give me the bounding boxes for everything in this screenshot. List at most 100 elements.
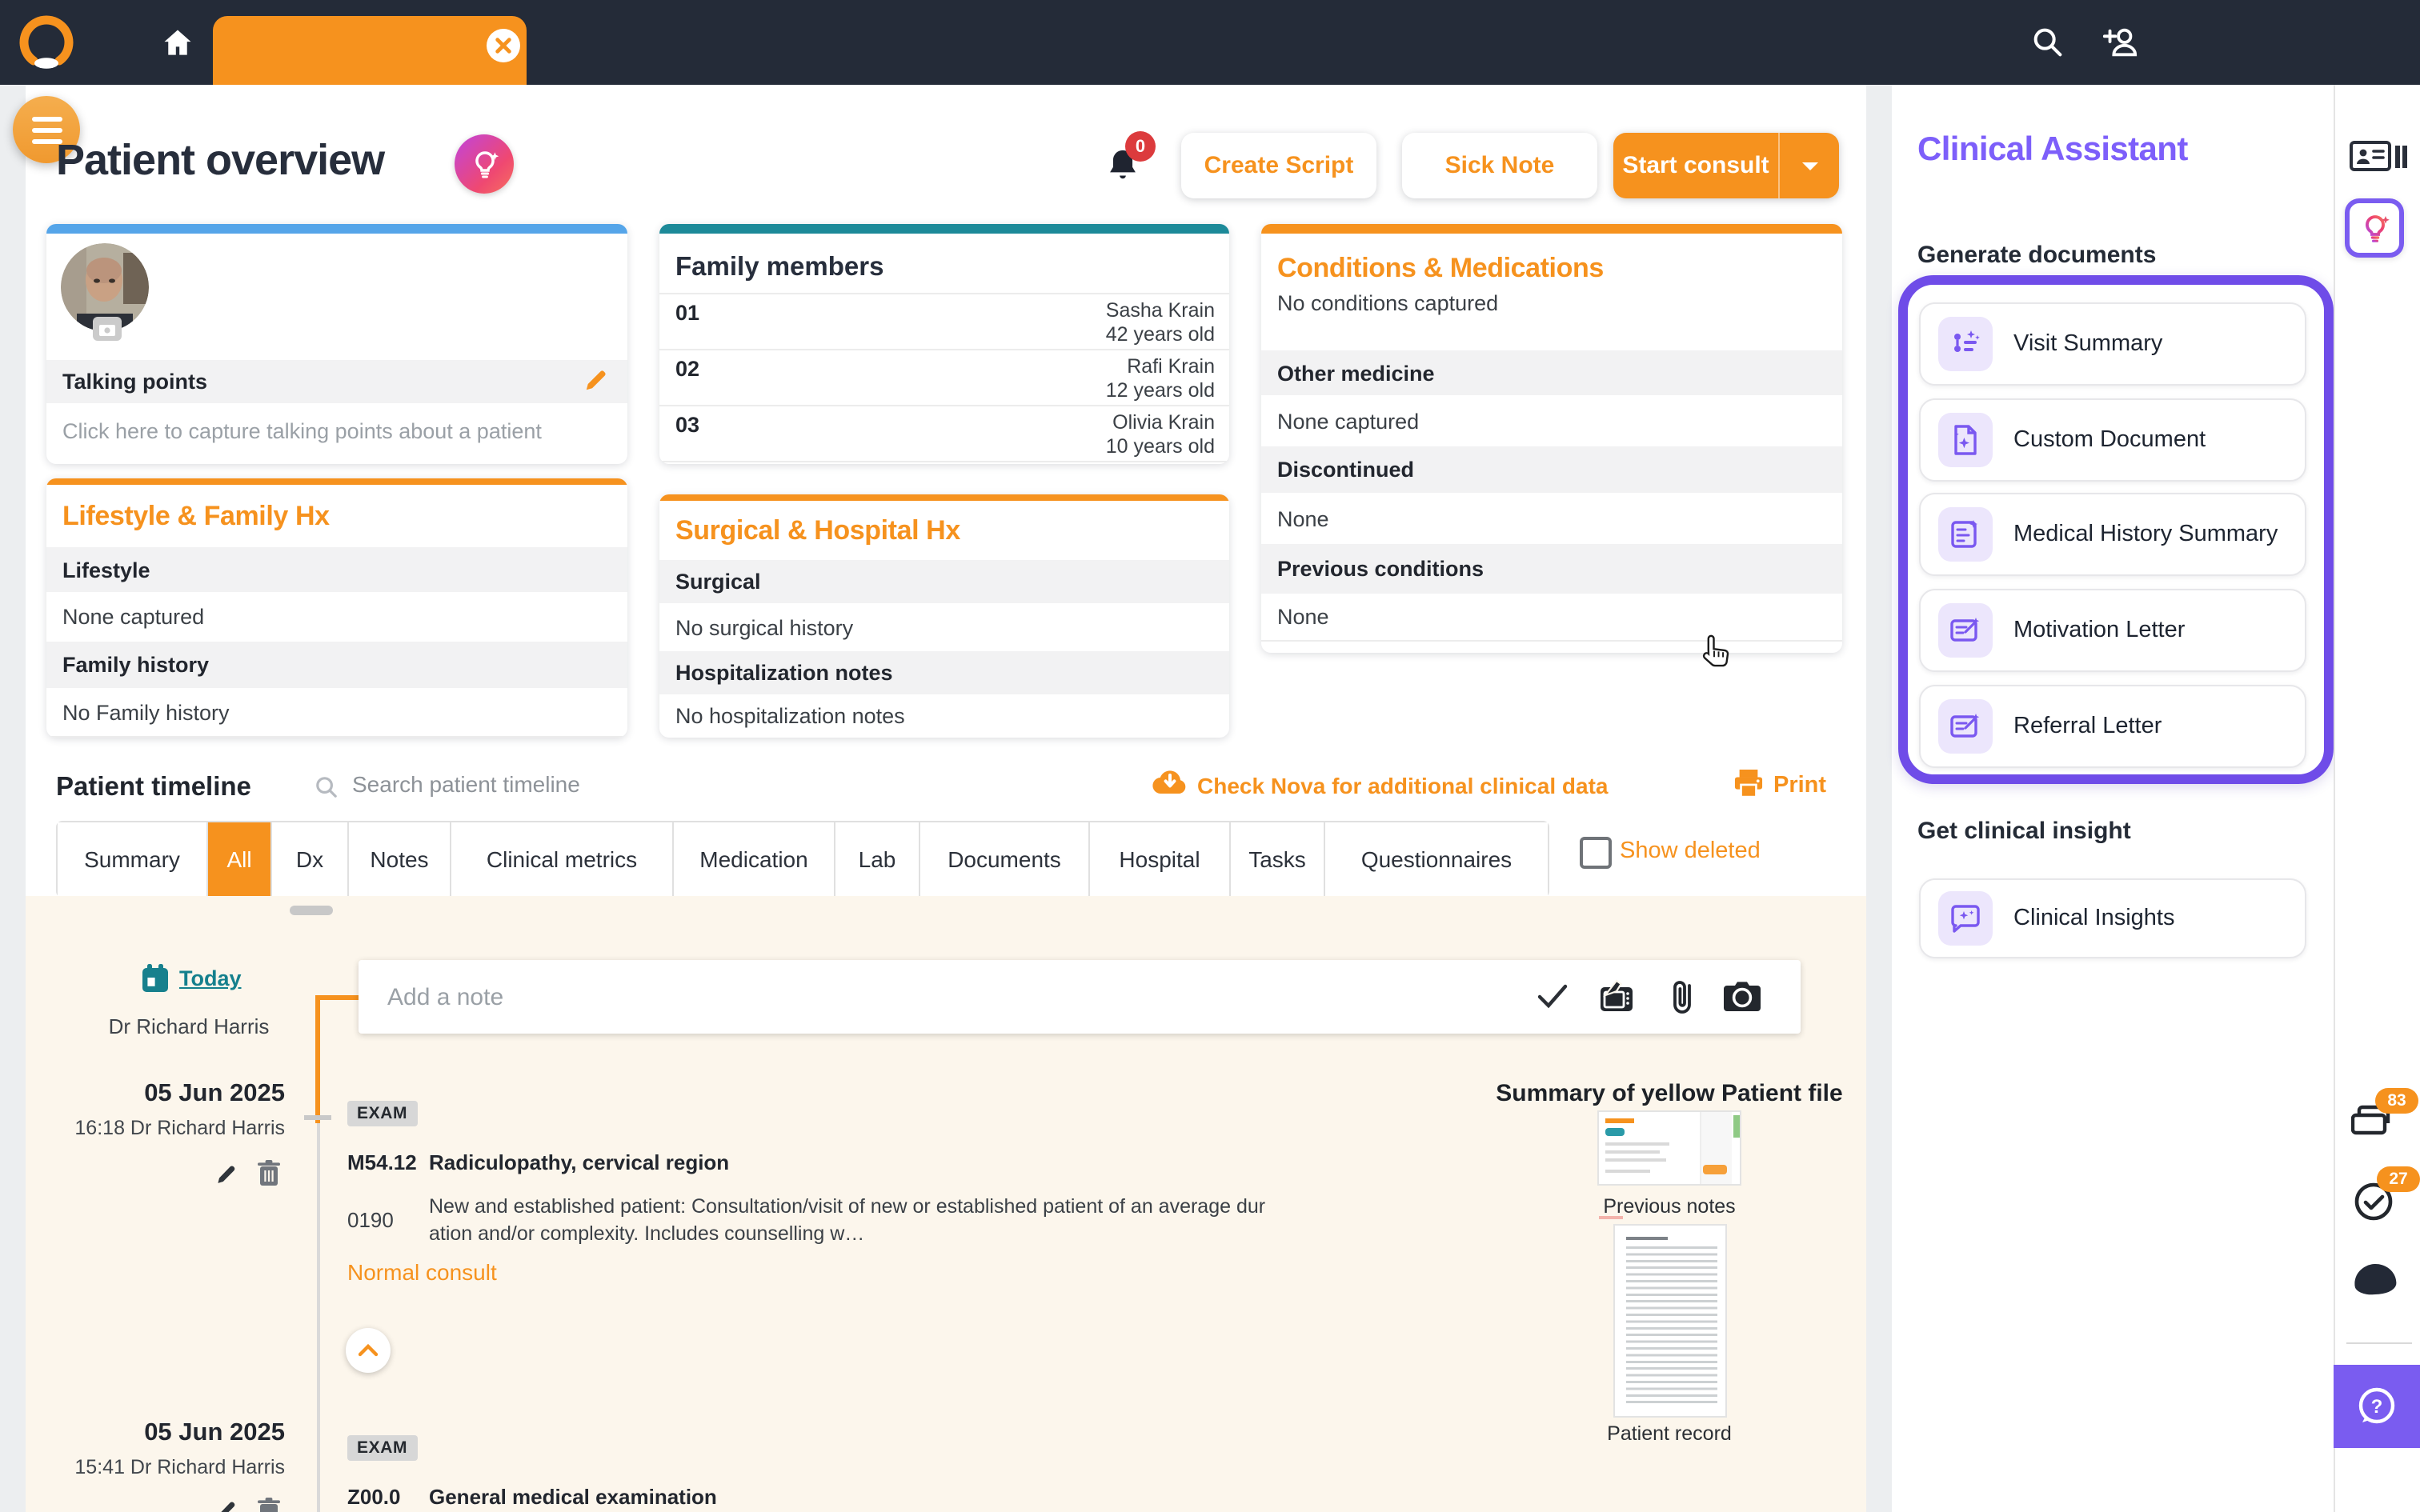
- edit-entry-pencil-icon[interactable]: [213, 1162, 238, 1187]
- previous-notes-label: Previous notes: [1445, 1195, 1893, 1218]
- card-accent: [659, 494, 1229, 501]
- family-member-row[interactable]: 03 Olivia Krain10 years old: [659, 405, 1229, 462]
- timeline-tabs: Summary All Dx Notes Clinical metrics Me…: [56, 821, 1549, 898]
- print-icon[interactable]: [1733, 770, 1764, 798]
- show-deleted-checkbox[interactable]: [1580, 837, 1612, 869]
- attachment-paperclip-icon[interactable]: [1669, 976, 1695, 1018]
- calendar-icon: [141, 963, 170, 994]
- card-accent: [659, 224, 1229, 234]
- start-consult-button[interactable]: Start consult: [1613, 133, 1839, 198]
- collapse-entry-button[interactable]: [346, 1328, 391, 1373]
- edit-entry-pencil-icon[interactable]: [213, 1498, 238, 1512]
- create-script-button[interactable]: Create Script: [1181, 133, 1376, 198]
- patient-card-rail-icon[interactable]: [2350, 141, 2407, 173]
- patient-record-label: Patient record: [1445, 1422, 1893, 1445]
- previous-notes-thumbnail[interactable]: [1597, 1110, 1741, 1186]
- edit-pencil-icon[interactable]: [583, 368, 608, 394]
- surgical-card: Surgical & Hospital Hx Surgical No surgi…: [659, 494, 1229, 738]
- talking-points-header: Talking points: [46, 360, 627, 403]
- today-doctor: Dr Richard Harris: [77, 1014, 301, 1038]
- drawing-tablet-icon[interactable]: [1599, 979, 1634, 1013]
- tab-all[interactable]: All: [208, 822, 272, 896]
- conditions-title: Conditions & Medications: [1261, 234, 1842, 291]
- close-tab-icon[interactable]: [487, 29, 520, 62]
- patient-tab[interactable]: [213, 16, 527, 85]
- tab-questionnaires[interactable]: Questionnaires: [1325, 822, 1548, 896]
- dx-description: General medical examination: [429, 1485, 717, 1509]
- print-label[interactable]: Print: [1773, 773, 1826, 798]
- ai-bulb-icon: [2355, 209, 2394, 247]
- start-consult-dropdown[interactable]: [1780, 159, 1839, 172]
- entry-type-badge: EXAM: [347, 1435, 417, 1461]
- collapse-handle[interactable]: [304, 1115, 331, 1120]
- ai-assistant-bulb-icon[interactable]: [455, 134, 514, 194]
- tab-documents[interactable]: Documents: [920, 822, 1090, 896]
- card-accent: [46, 478, 627, 485]
- today-link[interactable]: Today: [179, 966, 242, 990]
- notifications-badge: 0: [1125, 131, 1156, 162]
- referral-letter-button[interactable]: Referral Letter: [1919, 685, 2306, 768]
- timeline-connector: [315, 995, 359, 1000]
- dx-code: Z00.0: [347, 1485, 401, 1509]
- card-accent: [1261, 224, 1842, 234]
- motivation-letter-button[interactable]: Motivation Letter: [1919, 589, 2306, 672]
- medical-history-summary-button[interactable]: Medical History Summary: [1919, 493, 2306, 576]
- assistant-rail-toggle[interactable]: [2345, 198, 2404, 258]
- confirm-check-icon[interactable]: [1537, 982, 1569, 1010]
- visit-summary-button[interactable]: Visit Summary: [1919, 302, 2306, 386]
- assistant-title: Clinical Assistant: [1917, 131, 2188, 170]
- family-member-row[interactable]: 01 Sasha Krain42 years old: [659, 293, 1229, 349]
- delete-entry-trash-icon[interactable]: [258, 1160, 280, 1187]
- add-patient-icon[interactable]: [2098, 24, 2142, 61]
- custom-document-button[interactable]: Custom Document: [1919, 398, 2306, 482]
- svg-text:?: ?: [2371, 1396, 2383, 1418]
- chevron-up-icon: [359, 1344, 378, 1357]
- camera-icon[interactable]: [1722, 981, 1762, 1013]
- tab-clinical-metrics[interactable]: Clinical metrics: [451, 822, 674, 896]
- patient-card: Talking points Click here to capture tal…: [46, 224, 627, 464]
- timeline-line: [317, 1123, 320, 1512]
- talking-points-label: Talking points: [46, 370, 207, 394]
- add-note-box: [359, 960, 1801, 1034]
- search-icon[interactable]: [2029, 24, 2066, 61]
- help-button[interactable]: ?: [2334, 1365, 2420, 1448]
- tab-tasks[interactable]: Tasks: [1231, 822, 1325, 896]
- timeline-title: Patient timeline: [56, 773, 251, 803]
- add-note-input[interactable]: [384, 982, 1511, 1012]
- tab-hospital[interactable]: Hospital: [1090, 822, 1231, 896]
- chevron-down-icon: [1800, 159, 1819, 172]
- delete-entry-trash-icon[interactable]: [258, 1498, 280, 1512]
- medical-history-summary-icon: [1938, 507, 1993, 562]
- proc-description: New and established patient: Consultatio…: [429, 1194, 1272, 1248]
- change-photo-camera-icon[interactable]: [93, 317, 122, 341]
- family-member-row[interactable]: 02 Rafi Krain12 years old: [659, 349, 1229, 405]
- sick-note-button[interactable]: Sick Note: [1402, 133, 1597, 198]
- consult-type-link[interactable]: Normal consult: [347, 1259, 497, 1285]
- tab-lab[interactable]: Lab: [835, 822, 920, 896]
- tab-summary[interactable]: Summary: [58, 822, 208, 896]
- app-logo-icon[interactable]: [14, 10, 78, 74]
- home-icon[interactable]: [160, 26, 195, 61]
- section-header: Lifestyle: [46, 547, 627, 592]
- clinical-insights-button[interactable]: Clinical Insights: [1919, 878, 2306, 958]
- check-nova-link[interactable]: Check Nova for additional clinical data: [1197, 773, 1608, 798]
- entry-date: 05 Jun 2025: [61, 1080, 285, 1109]
- clinical-insights-icon: [1938, 891, 1993, 946]
- file-summary-title: Summary of yellow Patient file: [1445, 1080, 1893, 1107]
- tab-medication[interactable]: Medication: [674, 822, 835, 896]
- entry-meta: 15:41 Dr Richard Harris: [45, 1456, 285, 1478]
- timeline-search-icon: [314, 774, 339, 800]
- talking-points-placeholder[interactable]: Click here to capture talking points abo…: [62, 419, 542, 443]
- custom-document-icon: [1938, 413, 1993, 467]
- timeline-search-input[interactable]: [349, 770, 835, 798]
- dx-code: M54.12: [347, 1150, 417, 1174]
- lifestyle-card: Lifestyle & Family Hx Lifestyle None cap…: [46, 478, 627, 738]
- section-value: None: [1261, 594, 1842, 642]
- patient-record-thumbnail[interactable]: [1613, 1224, 1727, 1418]
- tab-dx[interactable]: Dx: [272, 822, 349, 896]
- cloud-download-icon: [1151, 766, 1189, 797]
- tab-notes[interactable]: Notes: [349, 822, 451, 896]
- generate-documents-heading: Generate documents: [1917, 242, 2156, 269]
- scrollbar-thumb[interactable]: [290, 906, 333, 915]
- show-deleted-label[interactable]: Show deleted: [1620, 838, 1761, 864]
